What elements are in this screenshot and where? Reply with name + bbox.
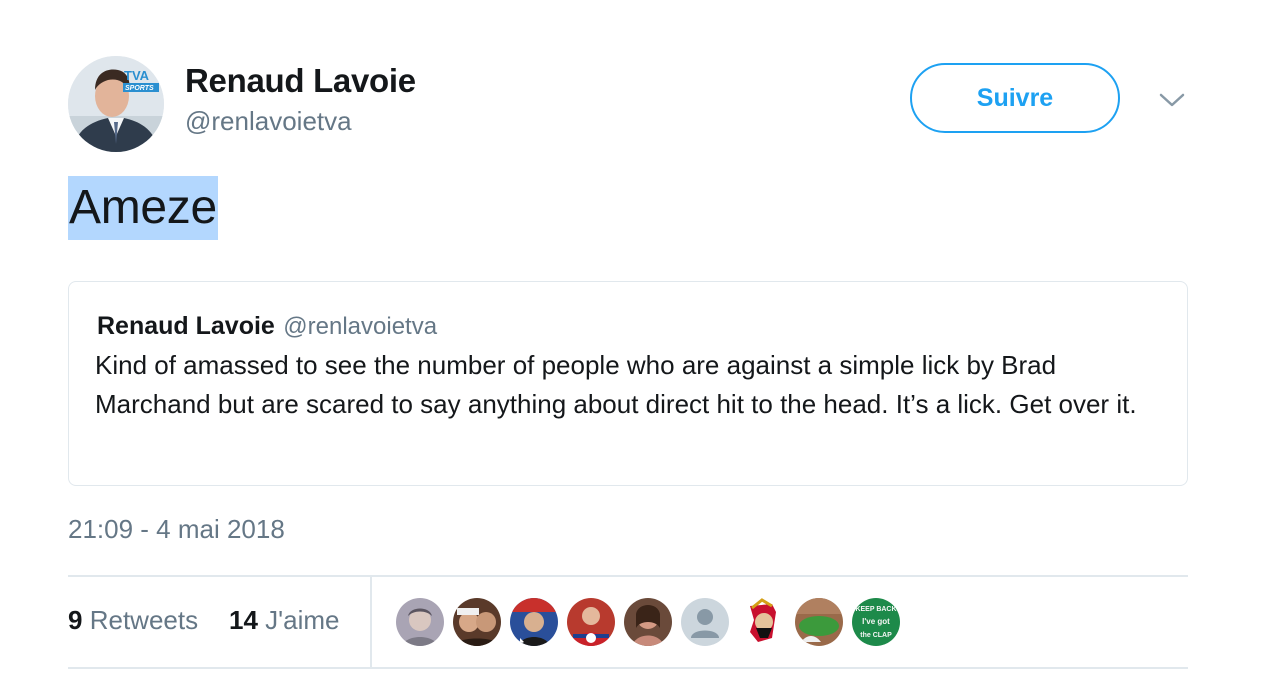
stats-divider-top [68, 575, 1188, 577]
tweet-timestamp[interactable]: 21:09 - 4 mai 2018 [68, 514, 285, 545]
follow-button[interactable]: Suivre [910, 63, 1120, 133]
liker-avatar[interactable] [567, 598, 615, 646]
likers-avatars: KEEP BACK I've got the CLAP [396, 598, 900, 646]
tweet-card: TVA SPORTS Renaud Lavoie @renlavoietva S… [0, 0, 1262, 676]
svg-text:KEEP BACK: KEEP BACK [855, 606, 896, 613]
quoted-tweet-header: Renaud Lavoie @renlavoietva [97, 312, 437, 341]
senators-logo-icon[interactable] [738, 598, 786, 646]
likes-label: J'aime [265, 605, 340, 635]
liker-avatar[interactable] [396, 598, 444, 646]
quoted-author-name: Renaud Lavoie [97, 312, 275, 340]
liker-avatar[interactable] [510, 598, 558, 646]
svg-text:the CLAP: the CLAP [860, 632, 892, 639]
retweets-label: Retweets [89, 605, 199, 635]
quoted-tweet[interactable]: Renaud Lavoie @renlavoietva Kind of amas… [68, 281, 1188, 486]
svg-text:I've got: I've got [862, 617, 890, 626]
default-avatar-icon[interactable] [681, 598, 729, 646]
retweets-stat[interactable]: 9 Retweets [68, 605, 198, 636]
quoted-tweet-text: Kind of amassed to see the number of peo… [95, 350, 1137, 419]
quoted-author-handle: @renlavoietva [283, 313, 438, 340]
author-avatar[interactable]: TVA SPORTS [68, 56, 164, 152]
svg-text:TVA: TVA [124, 68, 150, 83]
stats-divider-vertical [370, 576, 372, 667]
svg-text:SPORTS: SPORTS [125, 85, 154, 92]
chevron-down-icon[interactable] [1158, 86, 1186, 114]
likes-count: 14 [229, 605, 258, 635]
author-name[interactable]: Renaud Lavoie [185, 62, 416, 100]
tweet-text: Ameze [68, 176, 218, 240]
liker-avatar[interactable] [453, 598, 501, 646]
likes-stat[interactable]: 14 J'aime [229, 605, 339, 636]
keep-back-avatar[interactable]: KEEP BACK I've got the CLAP [852, 598, 900, 646]
stats-divider-bottom [68, 667, 1188, 669]
retweets-count: 9 [68, 605, 83, 635]
liker-avatar[interactable] [624, 598, 672, 646]
author-handle[interactable]: @renlavoietva [185, 106, 352, 137]
stadium-avatar[interactable] [795, 598, 843, 646]
